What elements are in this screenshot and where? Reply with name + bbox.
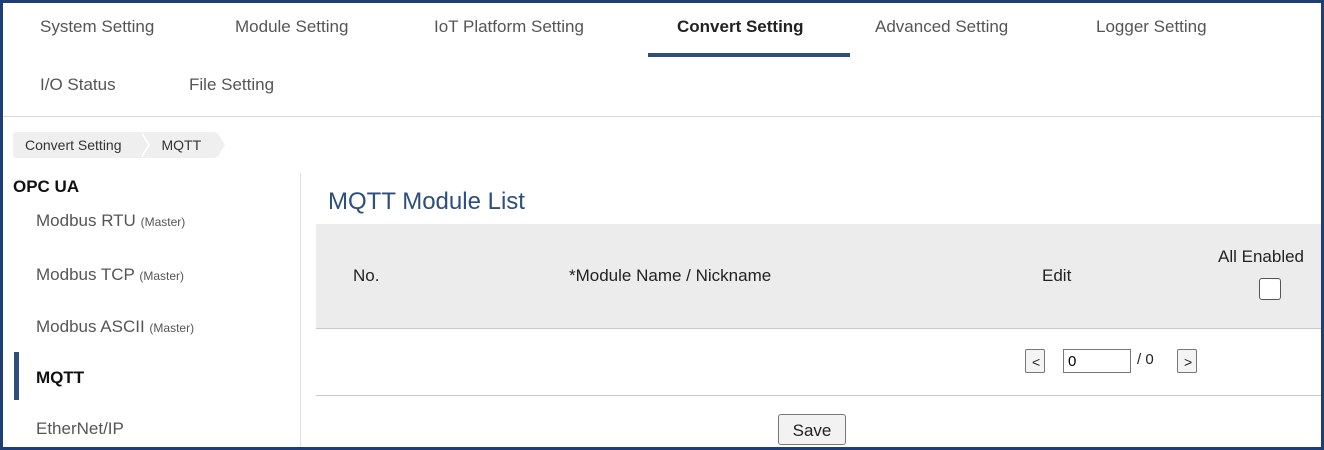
sidebar-item-suffix: (Master) bbox=[140, 215, 186, 229]
breadcrumb-item-convert-setting[interactable]: Convert Setting bbox=[13, 132, 149, 158]
sidebar-item-modbus-tcp[interactable]: Modbus TCP (Master) bbox=[36, 265, 184, 285]
tab-module-setting[interactable]: Module Setting bbox=[235, 17, 348, 37]
breadcrumb: Convert Setting MQTT bbox=[13, 132, 225, 158]
row-divider bbox=[316, 395, 1321, 396]
sidebar-item-suffix: (Master) bbox=[139, 269, 184, 283]
sidebar-item-label: EtherNet/IP bbox=[36, 419, 124, 438]
breadcrumb-item-mqtt[interactable]: MQTT bbox=[139, 132, 225, 158]
column-header-edit: Edit bbox=[1042, 266, 1072, 285]
sidebar-item-label: Modbus RTU bbox=[36, 211, 136, 230]
tab-logger-setting[interactable]: Logger Setting bbox=[1096, 17, 1207, 37]
column-header-module-name: *Module Name / Nickname bbox=[569, 266, 772, 285]
tab-advanced-setting[interactable]: Advanced Setting bbox=[875, 17, 1008, 37]
page-number-input[interactable] bbox=[1063, 349, 1131, 373]
tab-iot-platform-setting[interactable]: IoT Platform Setting bbox=[434, 17, 584, 37]
nav-divider bbox=[3, 116, 1321, 117]
all-enabled-checkbox[interactable] bbox=[1259, 278, 1281, 300]
tab-convert-setting[interactable]: Convert Setting bbox=[677, 17, 804, 37]
sidebar-item-label: MQTT bbox=[36, 368, 85, 387]
sidebar-item-ethernet-ip[interactable]: EtherNet/IP bbox=[36, 419, 124, 439]
column-header-no: No. bbox=[353, 266, 380, 285]
sidebar-active-marker bbox=[14, 352, 19, 400]
sidebar-title[interactable]: OPC UA bbox=[13, 177, 79, 197]
active-tab-indicator bbox=[648, 53, 850, 57]
top-nav-row-1: System Setting Module Setting IoT Platfo… bbox=[3, 3, 1321, 59]
sidebar-item-mqtt[interactable]: MQTT bbox=[36, 368, 84, 388]
sidebar-item-modbus-ascii[interactable]: Modbus ASCII (Master) bbox=[36, 317, 194, 337]
tab-io-status[interactable]: I/O Status bbox=[40, 75, 116, 95]
tab-file-setting[interactable]: File Setting bbox=[189, 75, 274, 95]
sidebar-divider bbox=[300, 173, 301, 447]
pager-next-button[interactable]: > bbox=[1177, 349, 1197, 373]
save-button[interactable]: Save bbox=[778, 414, 846, 445]
tab-system-setting[interactable]: System Setting bbox=[40, 17, 154, 37]
page-title: MQTT Module List bbox=[328, 188, 525, 215]
sidebar-item-label: Modbus ASCII bbox=[36, 317, 145, 336]
sidebar-item-suffix: (Master) bbox=[149, 321, 195, 335]
top-nav-row-2: I/O Status File Setting bbox=[3, 59, 1321, 113]
page-total: / 0 bbox=[1137, 351, 1154, 368]
table-header bbox=[316, 224, 1321, 329]
sidebar-item-label: Modbus TCP bbox=[36, 265, 135, 284]
app-frame: System Setting Module Setting IoT Platfo… bbox=[0, 0, 1324, 450]
column-header-all-enabled: All Enabled bbox=[1218, 247, 1305, 266]
sidebar-item-modbus-rtu[interactable]: Modbus RTU (Master) bbox=[36, 211, 185, 231]
pager-prev-button[interactable]: < bbox=[1025, 349, 1045, 373]
